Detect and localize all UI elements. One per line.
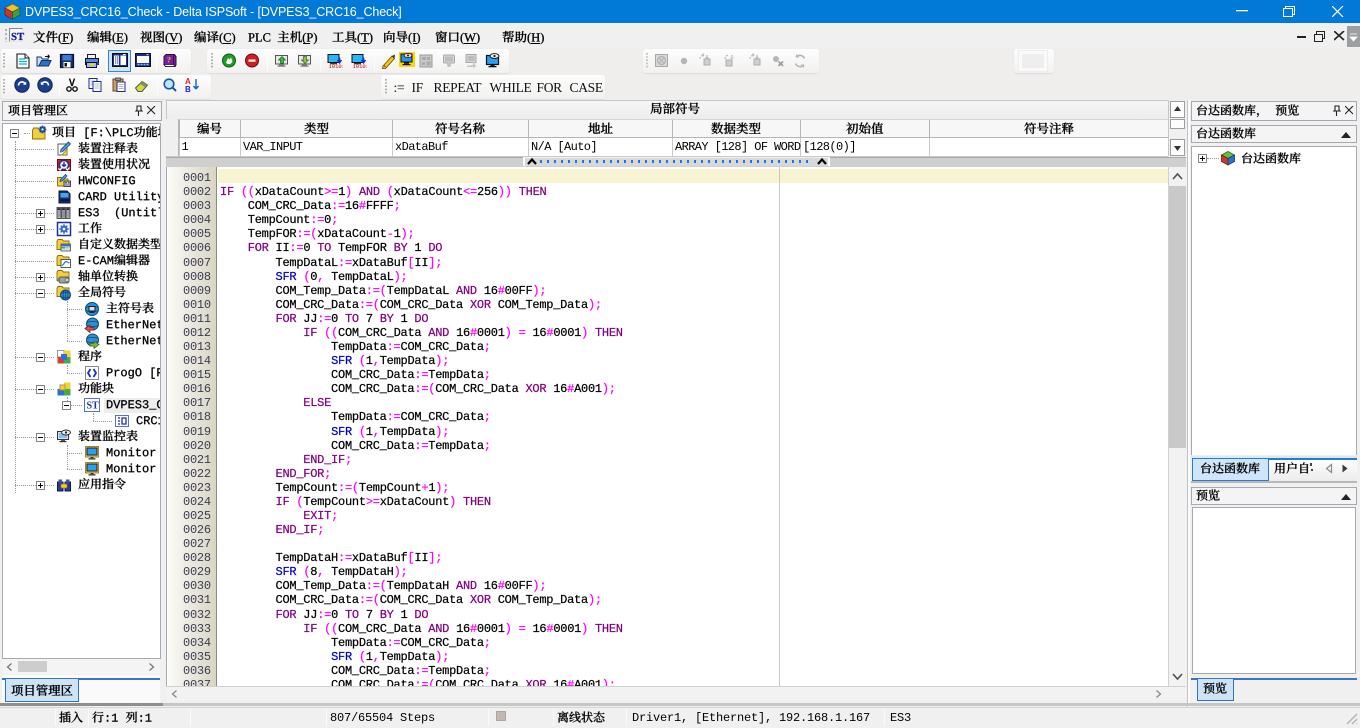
- svg-text:ST: ST: [87, 401, 100, 412]
- svg-text:?: ?: [167, 56, 171, 65]
- svg-text:10101: 10101: [352, 63, 367, 69]
- svg-text:10101: 10101: [329, 63, 344, 69]
- svg-text:B: B: [185, 85, 191, 93]
